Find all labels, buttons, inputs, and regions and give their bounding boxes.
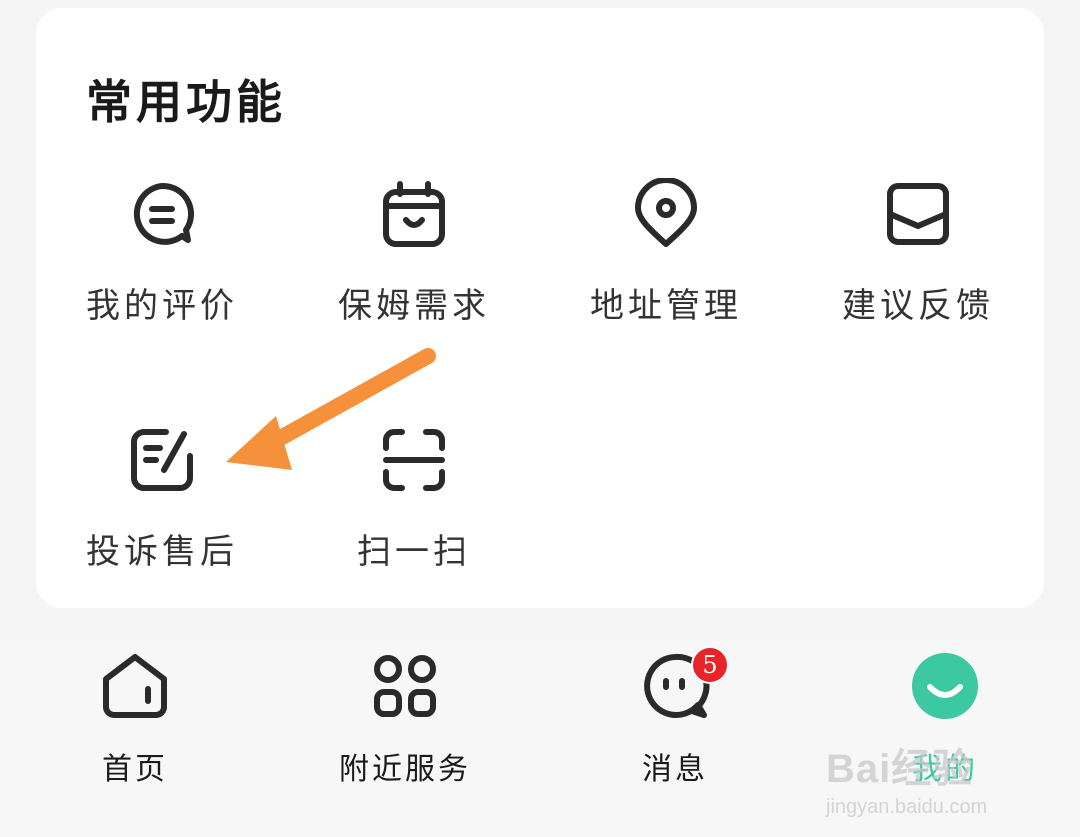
message-icon: 5	[639, 646, 729, 722]
tab-home[interactable]: 首页	[0, 650, 270, 800]
feedback-inbox-icon	[880, 176, 956, 252]
watermark-url: jingyan.baidu.com	[826, 796, 988, 818]
function-my-reviews[interactable]: 我的评价	[36, 176, 288, 356]
tab-label: 附近服务	[339, 752, 471, 787]
tab-nearby-services[interactable]: 附近服务	[270, 650, 540, 800]
function-label: 保姆需求	[338, 286, 490, 326]
baidu-jingyan-watermark: Bai经验 jingyan.baidu.com	[826, 736, 1026, 826]
function-label: 投诉售后	[86, 532, 238, 572]
function-suggestion-feedback[interactable]: 建议反馈	[792, 176, 1044, 356]
function-scan[interactable]: 扫一扫	[288, 422, 540, 602]
scan-icon	[376, 422, 452, 498]
common-functions-card: 常用功能 我的评价 保姆需求 地址管理 建议反馈 投诉售后 扫一扫	[36, 8, 1044, 608]
smile-avatar-icon	[909, 650, 981, 722]
tab-label: 消息	[642, 752, 708, 787]
nanny-icon	[376, 176, 452, 252]
function-complaint-aftersales[interactable]: 投诉售后	[36, 422, 288, 602]
comment-icon	[124, 176, 200, 252]
section-title: 常用功能	[86, 75, 286, 129]
function-label: 我的评价	[86, 286, 238, 326]
watermark-brand: Bai经验	[826, 747, 974, 791]
tab-messages[interactable]: 5 消息	[540, 646, 810, 800]
function-label: 建议反馈	[842, 286, 994, 326]
grid-icon	[369, 650, 441, 722]
function-label: 地址管理	[590, 286, 742, 326]
function-address-management[interactable]: 地址管理	[540, 176, 792, 356]
function-label: 扫一扫	[357, 532, 471, 572]
tab-label: 首页	[102, 752, 168, 787]
location-pin-icon	[628, 176, 704, 252]
complaint-edit-icon	[124, 422, 200, 498]
home-icon	[99, 650, 171, 722]
unread-badge: 5	[691, 646, 729, 684]
function-nanny-needs[interactable]: 保姆需求	[288, 176, 540, 356]
